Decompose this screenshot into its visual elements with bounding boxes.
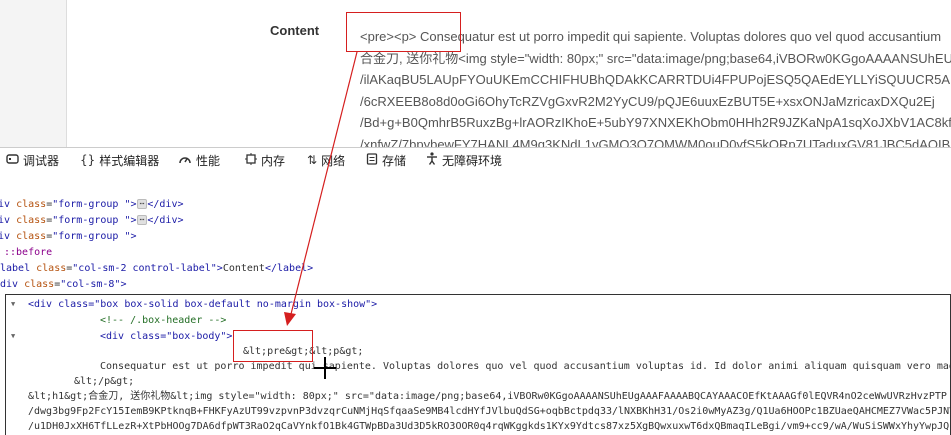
- annotation-arrow: [284, 51, 358, 379]
- crosshair-cursor-icon: [314, 357, 336, 379]
